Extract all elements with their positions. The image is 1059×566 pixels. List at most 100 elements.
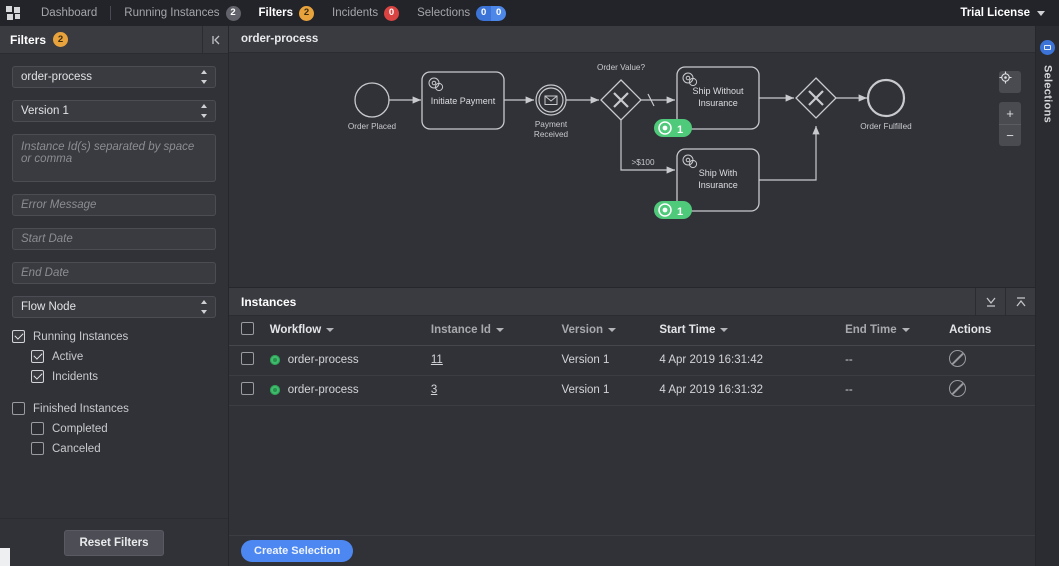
- checkbox-finished-instances[interactable]: [12, 402, 25, 415]
- panel-resize-handle[interactable]: [0, 548, 10, 566]
- instance-ids-textarea[interactable]: [12, 134, 216, 182]
- row-checkbox[interactable]: [241, 352, 254, 365]
- selections-rail-label: Selections: [1041, 65, 1054, 124]
- nav-item-filters[interactable]: Filters 2: [250, 0, 324, 26]
- checkbox-incidents[interactable]: [31, 370, 44, 383]
- checkbox-completed[interactable]: [31, 422, 44, 435]
- diagram-panel-header: order-process: [229, 26, 1035, 53]
- checkbox-row-completed[interactable]: Completed: [31, 422, 216, 435]
- checkbox-row-incidents[interactable]: Incidents: [31, 370, 216, 383]
- nav-item-selections[interactable]: Selections 0 0: [408, 0, 515, 26]
- cancel-instance-icon[interactable]: [949, 350, 967, 367]
- workflow-select[interactable]: [12, 66, 216, 88]
- bpmn-message-event-payment-received: [535, 84, 567, 116]
- column-label-workflow: Workflow: [269, 324, 322, 337]
- column-instance-id[interactable]: Instance Id: [424, 316, 556, 346]
- zoom-out-button[interactable]: −: [999, 124, 1021, 146]
- checkbox-active[interactable]: [31, 350, 44, 363]
- row-end-time-cell: --: [839, 375, 944, 406]
- column-select-all: [229, 316, 264, 346]
- row-end-time-cell: --: [839, 345, 944, 376]
- filters-form: Running Instances Active Incidents Finis…: [0, 54, 228, 518]
- nav-item-dashboard[interactable]: Dashboard: [32, 0, 106, 26]
- column-version[interactable]: Version: [555, 316, 654, 346]
- collapse-left-icon[interactable]: [202, 25, 228, 54]
- instance-id-link[interactable]: 3: [431, 384, 437, 396]
- table-row[interactable]: order-process 3 Version 1 4 Apr 2019 16:…: [229, 375, 1035, 406]
- nav-badge-selections: 0 0: [476, 5, 507, 21]
- bpmn-service-task-gear-icon: [682, 154, 698, 169]
- workflow-select-wrap: [12, 66, 216, 88]
- row-actions-cell: [943, 375, 1035, 406]
- checkbox-row-running-instances[interactable]: Running Instances: [12, 330, 216, 343]
- sort-caret-icon: [720, 328, 729, 333]
- bpmn-instance-badge-ship-with-insurance[interactable]: 1: [654, 201, 692, 219]
- checkbox-canceled[interactable]: [31, 442, 44, 455]
- chevron-down-icon[interactable]: [1037, 10, 1045, 16]
- instances-header-actions: [975, 287, 1035, 316]
- row-version-cell: Version 1: [555, 375, 654, 406]
- create-selection-button[interactable]: Create Selection: [241, 540, 354, 562]
- reset-zoom-icon[interactable]: [999, 71, 1021, 93]
- error-message-input[interactable]: [12, 194, 216, 216]
- checkbox-row-canceled[interactable]: Canceled: [31, 442, 216, 455]
- zoom-in-button[interactable]: +: [999, 102, 1021, 124]
- expand-down-icon[interactable]: [975, 287, 1005, 316]
- bpmn-label-ship-with-insurance-2: Insurance: [698, 180, 738, 190]
- selections-rail[interactable]: Selections: [1035, 26, 1059, 566]
- selection-badge-icon: [1040, 40, 1055, 55]
- nav-item-incidents[interactable]: Incidents 0: [323, 0, 408, 26]
- flow-node-select[interactable]: [12, 296, 216, 318]
- table-header-row: Workflow Instance Id Version Start Time: [229, 316, 1035, 346]
- nav-label-running-instances: Running Instances: [124, 7, 220, 19]
- table-row[interactable]: order-process 11 Version 1 4 Apr 2019 16…: [229, 345, 1035, 376]
- filters-panel: Filters 2 order-process Version 1 Instan…: [0, 25, 229, 566]
- bpmn-instance-badge-ship-without-insurance[interactable]: 1: [654, 119, 692, 137]
- bpmn-label-payment-received-2: Received: [534, 130, 569, 139]
- checkbox-label-finished-instances: Finished Instances: [33, 402, 129, 415]
- top-navigation-bar: Dashboard Running Instances 2 Filters 2 …: [0, 0, 1059, 26]
- instances-panel-header: Instances: [229, 287, 1035, 316]
- column-end-time[interactable]: End Time: [839, 316, 944, 346]
- row-workflow-name: order-process: [287, 354, 359, 366]
- bpmn-label-ship-with-insurance-1: Ship With: [699, 168, 738, 178]
- bpmn-label-ship-without-insurance-2: Insurance: [698, 98, 738, 108]
- bpmn-diagram-canvas[interactable]: Order Placed Initiate Payment Payment Re…: [229, 53, 1035, 287]
- instances-table: Workflow Instance Id Version Start Time: [229, 316, 1035, 406]
- checkbox-row-active[interactable]: Active: [31, 350, 216, 363]
- column-workflow[interactable]: Workflow: [263, 316, 425, 346]
- collapse-up-icon[interactable]: [1005, 287, 1035, 316]
- filters-panel-footer: Reset Filters: [0, 518, 228, 566]
- nav-item-running-instances[interactable]: Running Instances 2: [115, 0, 249, 26]
- nav-divider: [110, 6, 112, 20]
- checkbox-label-running-instances: Running Instances: [33, 330, 129, 343]
- flow-node-select-wrap: [12, 296, 216, 318]
- version-select[interactable]: [12, 100, 216, 122]
- column-start-time[interactable]: Start Time: [653, 316, 840, 346]
- row-workflow-cell: order-process: [263, 345, 425, 376]
- end-date-input[interactable]: [12, 262, 216, 284]
- bpmn-flow-label-over-100: >$100: [632, 158, 655, 167]
- instance-id-link[interactable]: 11: [431, 354, 443, 366]
- checkbox-row-finished-instances[interactable]: Finished Instances: [12, 402, 216, 415]
- svg-text:1: 1: [677, 124, 683, 136]
- row-workflow-name: order-process: [287, 384, 359, 396]
- start-date-input[interactable]: [12, 228, 216, 250]
- version-select-wrap: [12, 100, 216, 122]
- nav-label-incidents: Incidents: [332, 7, 379, 19]
- instances-title: Instances: [241, 294, 297, 309]
- sort-caret-icon: [901, 328, 910, 333]
- select-all-checkbox[interactable]: [241, 322, 254, 336]
- cancel-instance-icon[interactable]: [949, 380, 967, 397]
- sort-caret-icon: [326, 328, 335, 333]
- checkbox-running-instances[interactable]: [12, 330, 25, 343]
- reset-filters-button[interactable]: Reset Filters: [64, 529, 164, 556]
- bpmn-label-order-placed: Order Placed: [348, 122, 397, 131]
- bpmn-label-ship-without-insurance-1: Ship Without: [692, 86, 744, 96]
- nav-badge-selections-instances: 0: [491, 5, 507, 21]
- instance-state-active-icon: [269, 385, 280, 395]
- row-checkbox[interactable]: [241, 382, 254, 395]
- camunda-logo-icon[interactable]: [6, 6, 22, 20]
- diagram-panel: order-process Order Placed Initiate Paym…: [229, 26, 1035, 288]
- row-actions-cell: [943, 345, 1035, 376]
